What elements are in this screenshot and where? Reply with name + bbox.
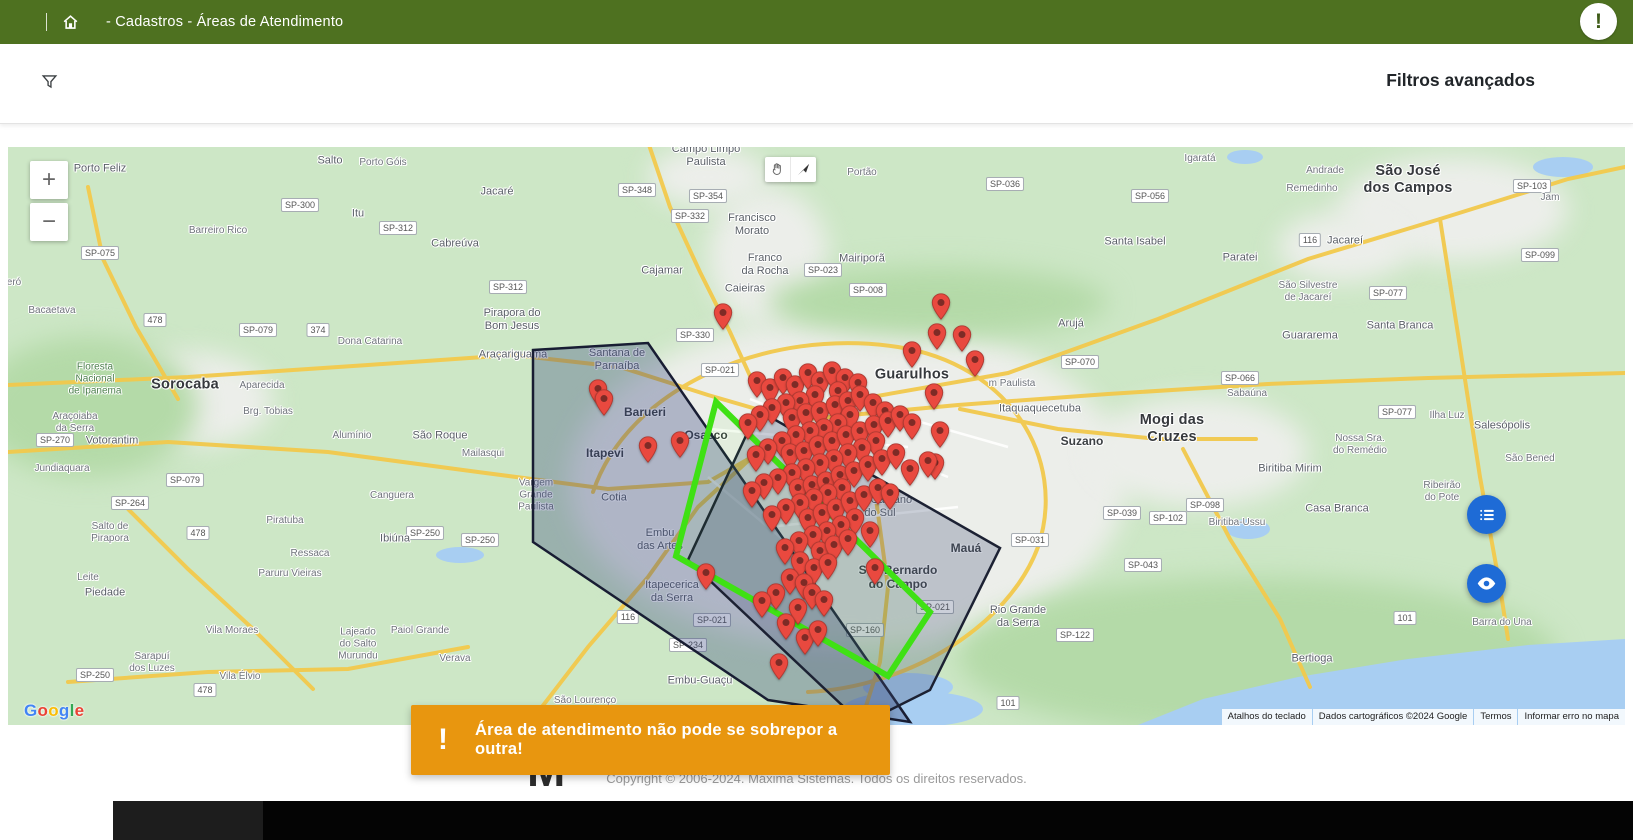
zoom-control: + − <box>30 161 68 241</box>
overlap-warning-toast: ! Área de atendimento não pode se sobrep… <box>411 705 890 775</box>
map-pin[interactable] <box>881 483 900 510</box>
warning-icon: ! <box>411 723 475 757</box>
notification-button[interactable]: ! <box>1580 3 1617 40</box>
google-logo-letter: e <box>75 701 85 720</box>
advanced-filters-link[interactable]: Filtros avançados <box>1386 70 1535 91</box>
bottom-strip-gray-segment <box>113 801 263 840</box>
map-pin[interactable] <box>743 481 762 508</box>
map-pin[interactable] <box>919 451 938 478</box>
pin-layer <box>8 147 1625 725</box>
map-pin[interactable] <box>931 421 950 448</box>
zoom-out-button[interactable]: − <box>30 203 68 241</box>
map-pin[interactable] <box>671 431 690 458</box>
map-pin[interactable] <box>839 529 858 556</box>
toast-message: Área de atendimento não pode se sobrepor… <box>475 721 890 759</box>
map-pin[interactable] <box>753 591 772 618</box>
map-pin[interactable] <box>903 413 922 440</box>
map-pin[interactable] <box>903 341 922 368</box>
filter-icon[interactable] <box>40 72 59 96</box>
map-pin[interactable] <box>639 436 658 463</box>
map-pin[interactable] <box>714 303 733 330</box>
keyboard-shortcuts-link[interactable]: Atalhos do teclado <box>1222 709 1312 725</box>
map-pin[interactable] <box>819 553 838 580</box>
map-pin[interactable] <box>861 521 880 548</box>
zoom-in-button[interactable]: + <box>30 161 68 199</box>
toggle-visibility-button[interactable] <box>1467 564 1506 603</box>
list-icon <box>1477 505 1497 525</box>
google-logo-letter: G <box>24 701 38 720</box>
map-pin[interactable] <box>739 413 758 440</box>
map-attribution: Atalhos do teclado Dados cartográficos ©… <box>1222 709 1625 725</box>
map-pin[interactable] <box>925 383 944 410</box>
map-pin[interactable] <box>595 389 614 416</box>
map-pin[interactable] <box>928 323 947 350</box>
map-pin[interactable] <box>697 563 716 590</box>
top-bar: - Cadastros - Áreas de Atendimento ! <box>0 0 1633 44</box>
map-canvas[interactable]: SP-348SP-354SP-300SP-332SP-312SP-075SP-3… <box>8 147 1625 725</box>
map-pin[interactable] <box>953 325 972 352</box>
map-pin[interactable] <box>901 459 920 486</box>
map-pin[interactable] <box>763 505 782 532</box>
map-pin[interactable] <box>932 293 951 320</box>
exclamation-icon: ! <box>1595 11 1602 32</box>
report-error-link[interactable]: Informar erro no mapa <box>1518 709 1625 725</box>
home-icon[interactable] <box>61 13 80 32</box>
menu-divider <box>46 13 47 31</box>
map-pin[interactable] <box>770 653 789 680</box>
map-data-credit: Dados cartográficos ©2024 Google <box>1313 709 1474 725</box>
google-logo-letter: o <box>48 701 59 720</box>
filter-bar: Filtros avançados <box>0 44 1633 124</box>
terms-link[interactable]: Termos <box>1474 709 1517 725</box>
house-glyph <box>61 13 80 32</box>
draw-polygon-icon[interactable] <box>790 157 816 182</box>
map-pin[interactable] <box>747 445 766 472</box>
google-logo-letter: g <box>59 701 70 720</box>
pan-hand-icon[interactable] <box>765 157 790 182</box>
map-pin[interactable] <box>866 558 885 585</box>
area-list-button[interactable] <box>1467 495 1506 534</box>
eye-icon <box>1476 573 1497 594</box>
map-pin[interactable] <box>777 613 796 640</box>
map-draw-toolbar <box>765 157 816 182</box>
page-title: - Cadastros - Áreas de Atendimento <box>106 14 343 30</box>
bottom-strip <box>0 801 1633 840</box>
app-root: - Cadastros - Áreas de Atendimento ! Fil… <box>0 0 1633 840</box>
google-logo-letter: o <box>38 701 49 720</box>
bottom-strip-white-segment <box>0 801 113 840</box>
map-pin[interactable] <box>815 590 834 617</box>
map-pin[interactable] <box>966 350 985 377</box>
google-logo[interactable]: Google <box>24 701 84 721</box>
map-pin[interactable] <box>809 620 828 647</box>
